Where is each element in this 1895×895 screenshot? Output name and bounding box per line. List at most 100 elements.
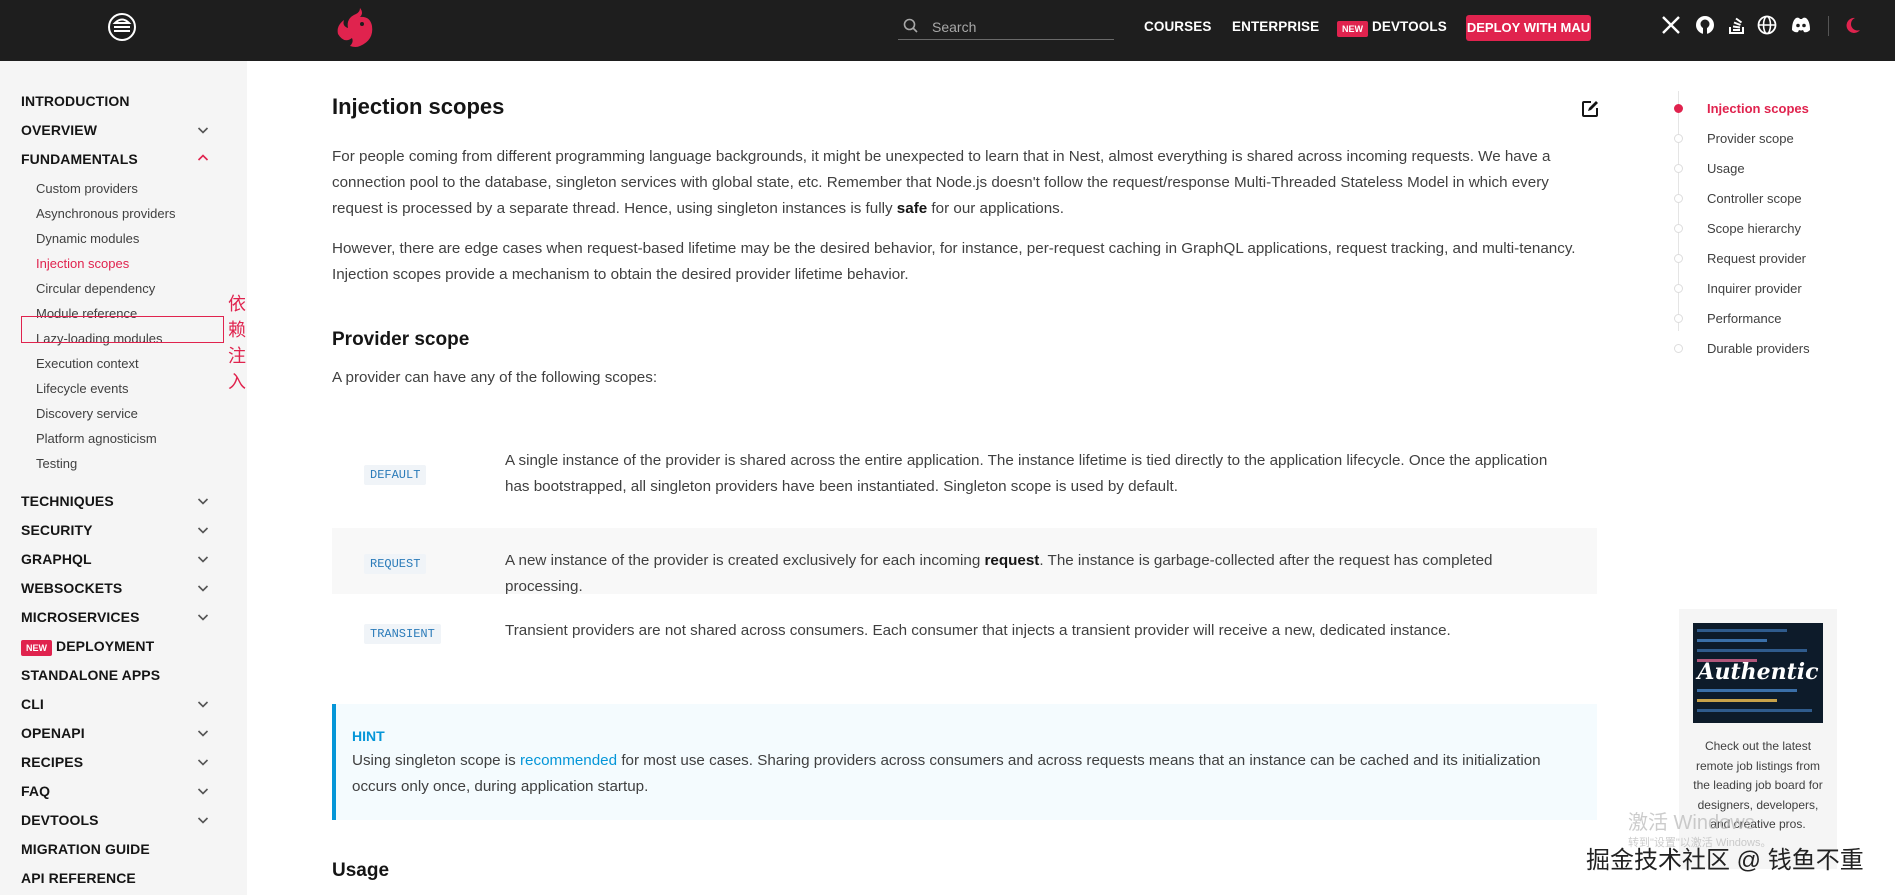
- sidebar-item-introduction[interactable]: INTRODUCTION: [21, 93, 130, 109]
- search-icon: [902, 17, 920, 35]
- ad-image-wordmark: Authentic: [1695, 659, 1819, 685]
- chevron-down-icon[interactable]: [196, 755, 210, 769]
- chevron-down-icon[interactable]: [196, 784, 210, 798]
- scope-description: Transient providers are not shared acros…: [505, 622, 1451, 639]
- sidebar-item-microservices[interactable]: MICROSERVICES: [21, 609, 140, 625]
- toc-track: [1678, 91, 1679, 331]
- chevron-down-icon[interactable]: [196, 726, 210, 740]
- windows-activation-watermark: 激活 Windows: [1628, 812, 1755, 834]
- sidebar-subitem-lifecycle-events[interactable]: Lifecycle events: [36, 381, 129, 396]
- header-divider: [1828, 16, 1829, 36]
- sidebar-subitem-circular-dependency[interactable]: Circular dependency: [36, 281, 155, 296]
- sidebar-item-deployment[interactable]: DEPLOYMENT: [56, 638, 154, 654]
- chevron-down-icon[interactable]: [196, 523, 210, 537]
- edge-cases-paragraph: However, there are edge cases when reque…: [332, 240, 1576, 283]
- sidebar-item-techniques[interactable]: TECHNIQUES: [21, 493, 114, 509]
- toc-item-controller-scope[interactable]: Controller scope: [1707, 191, 1802, 206]
- chevron-down-icon[interactable]: [196, 581, 210, 595]
- nav-enterprise-link[interactable]: ENTERPRISE: [1232, 19, 1319, 34]
- hint-body: Using singleton scope is recommended for…: [352, 752, 1541, 795]
- sidebar-item-devtools[interactable]: DEVTOOLS: [21, 812, 99, 828]
- annotation-highlight-box: [21, 316, 224, 343]
- stackoverflow-icon[interactable]: [1726, 14, 1748, 36]
- sidebar-subitem-dynamic-modules[interactable]: Dynamic modules: [36, 231, 139, 246]
- ad-image[interactable]: Authentic: [1693, 623, 1823, 723]
- table-row: TRANSIENT Transient providers are not sh…: [332, 600, 1597, 664]
- github-icon[interactable]: [1694, 14, 1716, 36]
- page-title: Injection scopes: [332, 94, 505, 119]
- sidebar-subitem-platform-agnosticism[interactable]: Platform agnosticism: [36, 431, 157, 446]
- sidebar-subitem-execution-context[interactable]: Execution context: [36, 356, 139, 371]
- toc-dot: [1674, 134, 1683, 143]
- globe-icon[interactable]: [1756, 14, 1778, 36]
- recommended-link[interactable]: recommended: [520, 752, 617, 769]
- theme-toggle-icon[interactable]: [1842, 14, 1864, 36]
- nestjs-logo[interactable]: [330, 4, 378, 52]
- sidebar-item-websockets[interactable]: WEBSOCKETS: [21, 580, 122, 596]
- toc-item-inquirer-provider[interactable]: Inquirer provider: [1707, 281, 1802, 296]
- chevron-up-icon[interactable]: [196, 151, 210, 165]
- toc-item-injection-scopes[interactable]: Injection scopes: [1707, 101, 1809, 116]
- sidebar-item-cli[interactable]: CLI: [21, 696, 44, 712]
- sidebar-item-graphql[interactable]: GRAPHQL: [21, 551, 92, 567]
- toc-dot: [1674, 104, 1683, 113]
- x-icon[interactable]: [1660, 14, 1682, 36]
- usage-heading: Usage: [332, 860, 390, 881]
- chevron-down-icon[interactable]: [196, 494, 210, 508]
- scope-description: A single instance of the provider is sha…: [505, 452, 1548, 495]
- chevron-down-icon[interactable]: [196, 552, 210, 566]
- table-of-contents: Injection scopes Provider scope Usage Co…: [1660, 61, 1895, 381]
- toc-item-usage[interactable]: Usage: [1707, 161, 1745, 176]
- sidebar-subitem-asynchronous-providers[interactable]: Asynchronous providers: [36, 206, 175, 221]
- sidebar-item-recipes[interactable]: RECIPES: [21, 754, 83, 770]
- sidebar-item-standalone-apps[interactable]: STANDALONE APPS: [21, 667, 160, 683]
- sidebar-subitem-testing[interactable]: Testing: [36, 456, 77, 471]
- main-content: Injection scopes For people coming from …: [247, 61, 1598, 895]
- search-input[interactable]: [932, 17, 1110, 37]
- sidebar-item-faq[interactable]: FAQ: [21, 783, 50, 799]
- toc-item-scope-hierarchy[interactable]: Scope hierarchy: [1707, 221, 1801, 236]
- edit-page-icon[interactable]: [1580, 99, 1600, 119]
- toc-dot: [1674, 344, 1683, 353]
- intro-paragraph: For people coming from different program…: [332, 148, 1551, 217]
- scope-code-transient: TRANSIENT: [364, 624, 441, 644]
- toc-item-provider-scope[interactable]: Provider scope: [1707, 131, 1794, 146]
- toc-dot: [1674, 314, 1683, 323]
- community-watermark: 掘金技术社区 @ 钱鱼不重: [1586, 847, 1864, 874]
- discord-icon[interactable]: [1789, 14, 1811, 36]
- chevron-down-icon[interactable]: [196, 813, 210, 827]
- sidebar-item-security[interactable]: SECURITY: [21, 522, 93, 538]
- toc-item-request-provider[interactable]: Request provider: [1707, 251, 1806, 266]
- sidebar-item-migration-guide[interactable]: MIGRATION GUIDE: [21, 841, 150, 857]
- hint-title: HINT: [352, 728, 385, 744]
- sidebar-item-api-reference[interactable]: API REFERENCE: [21, 870, 136, 886]
- chevron-down-icon[interactable]: [196, 610, 210, 624]
- deploy-with-mau-button[interactable]: DEPLOY WITH MAU: [1466, 15, 1591, 41]
- annotation-label: 依赖注入: [228, 294, 246, 392]
- toc-dot: [1674, 254, 1683, 263]
- nav-courses-link[interactable]: COURSES: [1144, 19, 1211, 34]
- chevron-down-icon[interactable]: [196, 697, 210, 711]
- sidebar-navigation: INTRODUCTION OVERVIEW FUNDAMENTALS Custo…: [0, 61, 247, 895]
- toc-dot: [1674, 224, 1683, 233]
- toc-item-performance[interactable]: Performance: [1707, 311, 1781, 326]
- top-navigation-bar: COURSES ENTERPRISE NEW DEVTOOLS DEPLOY W…: [0, 0, 1895, 61]
- search-box[interactable]: [898, 14, 1114, 40]
- sidebar-subitem-discovery-service[interactable]: Discovery service: [36, 406, 138, 421]
- sidebar-subitem-custom-providers[interactable]: Custom providers: [36, 181, 138, 196]
- hint-callout: HINT Using singleton scope is recommende…: [332, 704, 1597, 820]
- toc-dot: [1674, 194, 1683, 203]
- sidebar-item-overview[interactable]: OVERVIEW: [21, 122, 97, 138]
- sidebar-item-fundamentals[interactable]: FUNDAMENTALS: [21, 151, 138, 167]
- table-row: DEFAULT A single instance of the provide…: [332, 428, 1597, 522]
- sidebar-subitem-injection-scopes[interactable]: Injection scopes: [36, 256, 129, 271]
- menu-icon[interactable]: [106, 11, 138, 43]
- provider-scope-intro: A provider can have any of the following…: [332, 369, 658, 386]
- chevron-down-icon[interactable]: [196, 123, 210, 137]
- toc-item-durable-providers[interactable]: Durable providers: [1707, 341, 1810, 356]
- scope-code-default: DEFAULT: [364, 465, 427, 485]
- new-badge: NEW: [21, 640, 52, 656]
- sidebar-item-openapi[interactable]: OPENAPI: [21, 725, 85, 741]
- toc-dot: [1674, 164, 1683, 173]
- nav-devtools-link[interactable]: DEVTOOLS: [1372, 19, 1447, 34]
